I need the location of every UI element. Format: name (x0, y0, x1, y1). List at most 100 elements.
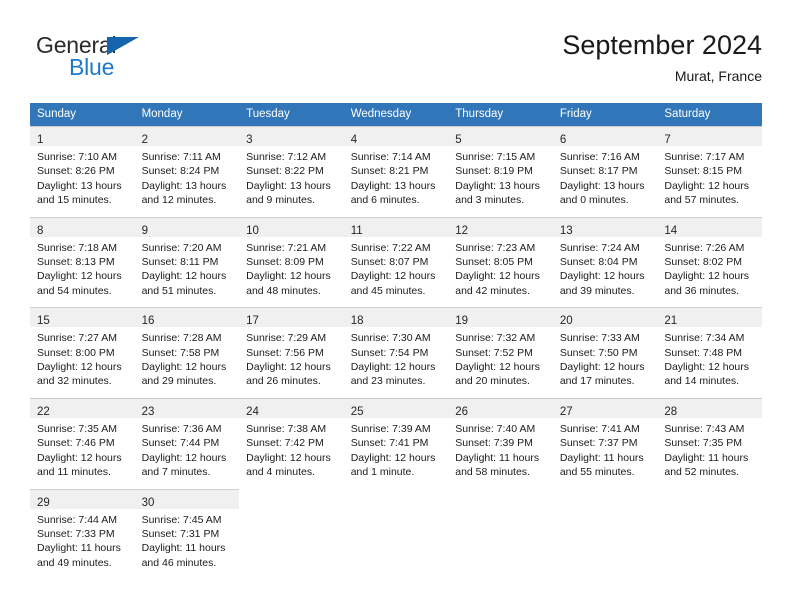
sunrise-text: Sunrise: 7:34 AM (664, 332, 745, 345)
day-cell[interactable]: 27 Sunrise: 7:41 AM Sunset: 7:37 PM Dayligh… (552, 397, 658, 482)
daylight-text-line1: Daylight: 13 hours (141, 179, 227, 192)
day-cell[interactable]: 20 Sunrise: 7:33 AM Sunset: 7:50 PM Dayligh… (552, 307, 658, 391)
daylight-text-line1: Daylight: 12 hours (37, 270, 122, 283)
sunrise-text: Sunrise: 7:35 AM (37, 422, 117, 435)
day-number: 14 (664, 224, 678, 237)
sunset-text: Sunset: 7:48 PM (664, 346, 743, 359)
day-number: 1 (37, 134, 44, 146)
day-cell-empty (343, 488, 449, 573)
sunset-text: Sunset: 7:52 PM (455, 346, 533, 359)
day-number: 24 (246, 405, 259, 418)
daylight-text-line2: and 9 minutes. (246, 194, 316, 207)
sunset-text: Sunset: 7:35 PM (664, 437, 743, 450)
day-cell[interactable]: 5 Sunrise: 7:15 AM Sunset: 8:19 PM Daylight… (448, 126, 553, 210)
sunrise-text: Sunrise: 7:36 AM (141, 422, 222, 435)
daylight-text-line2: and 49 minutes. (37, 556, 112, 569)
weekday-header-tuesday: Tuesday (246, 108, 290, 120)
day-cell[interactable]: 28 Sunrise: 7:43 AM Sunset: 7:35 PM Dayligh… (657, 397, 762, 482)
sunset-text: Sunset: 8:22 PM (246, 165, 324, 178)
day-cell[interactable]: 2 Sunrise: 7:11 AM Sunset: 8:24 PM Daylight… (134, 126, 240, 210)
day-cell[interactable]: 25 Sunrise: 7:39 AM Sunset: 7:41 PM Dayligh… (343, 397, 449, 482)
daylight-text-line2: and 42 minutes. (455, 284, 530, 297)
day-cell[interactable]: 30 Sunrise: 7:45 AM Sunset: 7:31 PM Dayligh… (134, 488, 240, 573)
week-row: 15 Sunrise: 7:27 AM Sunset: 8:00 PM Dayligh… (30, 307, 762, 391)
day-cell[interactable]: 18 Sunrise: 7:30 AM Sunset: 7:54 PM Dayligh… (343, 307, 449, 391)
weekday-header-saturday: Saturday (664, 108, 711, 120)
sunset-text: Sunset: 8:09 PM (246, 256, 324, 269)
day-number: 10 (246, 224, 259, 237)
week-row: 22 Sunrise: 7:35 AM Sunset: 7:46 PM Dayligh… (30, 397, 762, 482)
sunrise-text: Sunrise: 7:23 AM (455, 241, 536, 254)
day-cell[interactable]: 3 Sunrise: 7:12 AM Sunset: 8:22 PM Daylight… (239, 126, 344, 210)
sunrise-text: Sunrise: 7:39 AM (350, 422, 431, 435)
day-cell[interactable]: 26 Sunrise: 7:40 AM Sunset: 7:39 PM Dayligh… (448, 397, 553, 482)
sunset-text: Sunset: 7:56 PM (246, 346, 324, 359)
day-cell[interactable]: 13 Sunrise: 7:24 AM Sunset: 8:04 PM Dayligh… (552, 216, 658, 301)
day-cell[interactable]: 11 Sunrise: 7:22 AM Sunset: 8:07 PM Dayligh… (343, 216, 449, 301)
daylight-text-line2: and 51 minutes. (141, 284, 217, 297)
daylight-text-line2: and 20 minutes. (455, 375, 530, 388)
sunset-text: Sunset: 7:33 PM (37, 527, 115, 540)
day-cell[interactable]: 29 Sunrise: 7:44 AM Sunset: 7:33 PM Dayligh… (30, 488, 135, 573)
daylight-text-line2: and 1 minute. (350, 466, 415, 479)
daylight-text-line2: and 36 minutes. (664, 284, 740, 297)
day-cell[interactable]: 9 Sunrise: 7:20 AM Sunset: 8:11 PM Daylight… (134, 216, 240, 301)
day-cell[interactable]: 24 Sunrise: 7:38 AM Sunset: 7:42 PM Dayligh… (239, 397, 344, 482)
day-cell[interactable]: 6 Sunrise: 7:16 AM Sunset: 8:17 PM Daylight… (552, 126, 658, 210)
day-number: 25 (350, 405, 364, 418)
daylight-text-line1: Daylight: 12 hours (350, 451, 436, 464)
day-number: 13 (559, 224, 573, 237)
page-header: General Blue September 2024 Murat, Franc… (30, 28, 762, 90)
sunset-text: Sunset: 8:17 PM (559, 165, 638, 178)
daylight-text-line2: and 4 minutes. (246, 466, 316, 479)
sunrise-text: Sunrise: 7:11 AM (141, 151, 221, 163)
day-cell[interactable]: 7 Sunrise: 7:17 AM Sunset: 8:15 PM Daylight… (657, 126, 762, 210)
day-number: 2 (141, 134, 148, 146)
day-cell[interactable]: 1 Sunrise: 7:10 AM Sunset: 8:26 PM Daylight… (30, 126, 135, 210)
day-cell[interactable]: 21 Sunrise: 7:34 AM Sunset: 7:48 PM Dayligh… (657, 307, 762, 391)
day-cell-empty (239, 488, 344, 573)
daylight-text-line2: and 52 minutes. (664, 466, 740, 479)
daylight-text-line1: Daylight: 12 hours (559, 361, 645, 374)
day-cell[interactable]: 4 Sunrise: 7:14 AM Sunset: 8:21 PM Daylight… (343, 126, 449, 210)
daylight-text-line2: and 57 minutes. (664, 194, 740, 207)
day-number: 9 (141, 224, 148, 237)
sunrise-text: Sunrise: 7:16 AM (559, 151, 640, 163)
sunset-text: Sunset: 8:24 PM (141, 165, 220, 178)
daylight-text-line2: and 39 minutes. (559, 284, 635, 297)
sunrise-text: Sunrise: 7:17 AM (664, 151, 745, 163)
calendar-page: General Blue September 2024 Murat, Franc… (0, 0, 792, 612)
daylight-text-line1: Daylight: 12 hours (246, 270, 331, 283)
sunrise-text: Sunrise: 7:32 AM (455, 332, 536, 345)
daylight-text-line1: Daylight: 13 hours (350, 179, 436, 192)
day-cell-empty (657, 488, 762, 573)
daylight-text-line1: Daylight: 13 hours (559, 179, 645, 192)
day-number: 3 (246, 134, 253, 146)
day-cell[interactable]: 14 Sunrise: 7:26 AM Sunset: 8:02 PM Dayligh… (657, 216, 762, 301)
day-cell[interactable]: 22 Sunrise: 7:35 AM Sunset: 7:46 PM Dayligh… (30, 397, 135, 482)
day-cell[interactable]: 15 Sunrise: 7:27 AM Sunset: 8:00 PM Dayligh… (30, 307, 135, 391)
daylight-text-line2: and 45 minutes. (350, 284, 426, 297)
sunset-text: Sunset: 8:02 PM (664, 256, 743, 269)
day-number: 18 (350, 315, 364, 328)
day-cell[interactable]: 12 Sunrise: 7:23 AM Sunset: 8:05 PM Dayligh… (448, 216, 553, 301)
daylight-text-line2: and 11 minutes. (37, 466, 111, 479)
day-cell[interactable]: 16 Sunrise: 7:28 AM Sunset: 7:58 PM Dayligh… (134, 307, 240, 391)
sunrise-text: Sunrise: 7:18 AM (37, 241, 117, 254)
day-number: 21 (664, 315, 678, 328)
daylight-text-line1: Daylight: 12 hours (664, 270, 750, 283)
day-cell[interactable]: 19 Sunrise: 7:32 AM Sunset: 7:52 PM Dayligh… (448, 307, 553, 391)
sunrise-text: Sunrise: 7:20 AM (141, 241, 222, 254)
daylight-text-line2: and 58 minutes. (455, 466, 530, 479)
daylight-text-line1: Daylight: 12 hours (350, 270, 436, 283)
sunrise-text: Sunrise: 7:24 AM (559, 241, 640, 254)
sunrise-text: Sunrise: 7:26 AM (664, 241, 745, 254)
sunset-text: Sunset: 7:31 PM (141, 527, 220, 540)
daylight-text-line1: Daylight: 13 hours (37, 179, 122, 192)
sunrise-text: Sunrise: 7:22 AM (350, 241, 431, 254)
day-cell[interactable]: 17 Sunrise: 7:29 AM Sunset: 7:56 PM Dayligh… (239, 307, 344, 391)
day-cell[interactable]: 8 Sunrise: 7:18 AM Sunset: 8:13 PM Daylight… (30, 216, 135, 301)
day-cell[interactable]: 10 Sunrise: 7:21 AM Sunset: 8:09 PM Dayligh… (239, 216, 344, 301)
sunrise-text: Sunrise: 7:21 AM (246, 241, 327, 254)
day-cell[interactable]: 23 Sunrise: 7:36 AM Sunset: 7:44 PM Dayligh… (134, 397, 240, 482)
